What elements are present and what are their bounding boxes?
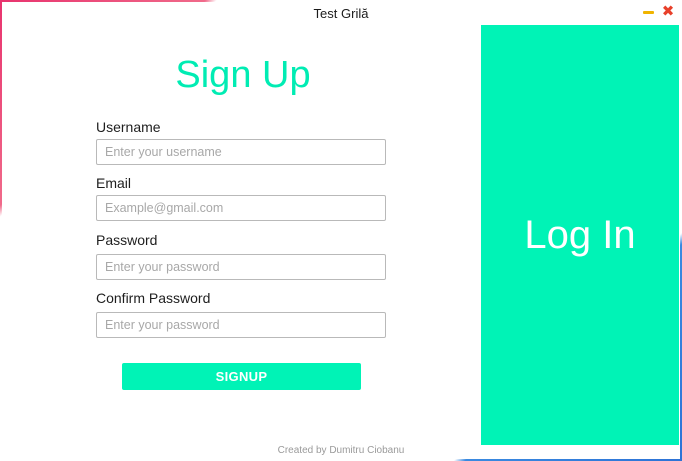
email-input[interactable] — [96, 195, 386, 221]
minimize-icon[interactable] — [643, 11, 654, 14]
close-icon[interactable]: ✖ — [661, 4, 675, 19]
login-panel-button[interactable]: Log In — [481, 25, 679, 445]
signup-heading: Sign Up — [175, 54, 311, 96]
window-title: Test Grilă — [313, 6, 369, 21]
footer-credit: Created by Dumitru Ciobanu — [277, 445, 405, 456]
username-input[interactable] — [96, 139, 386, 165]
login-label: Log In — [524, 212, 636, 257]
confirm-password-input[interactable] — [96, 312, 386, 338]
app-window: Test Grilă ✖ Sign Up Username Email Pass… — [2, 2, 680, 459]
username-label: Username — [96, 119, 161, 135]
signup-button[interactable]: SIGNUP — [122, 363, 361, 390]
password-input[interactable] — [96, 254, 386, 280]
confirm-password-label: Confirm Password — [96, 290, 211, 306]
email-label: Email — [96, 175, 132, 191]
title-bar[interactable]: Test Grilă ✖ — [2, 2, 680, 24]
password-label: Password — [96, 232, 158, 248]
